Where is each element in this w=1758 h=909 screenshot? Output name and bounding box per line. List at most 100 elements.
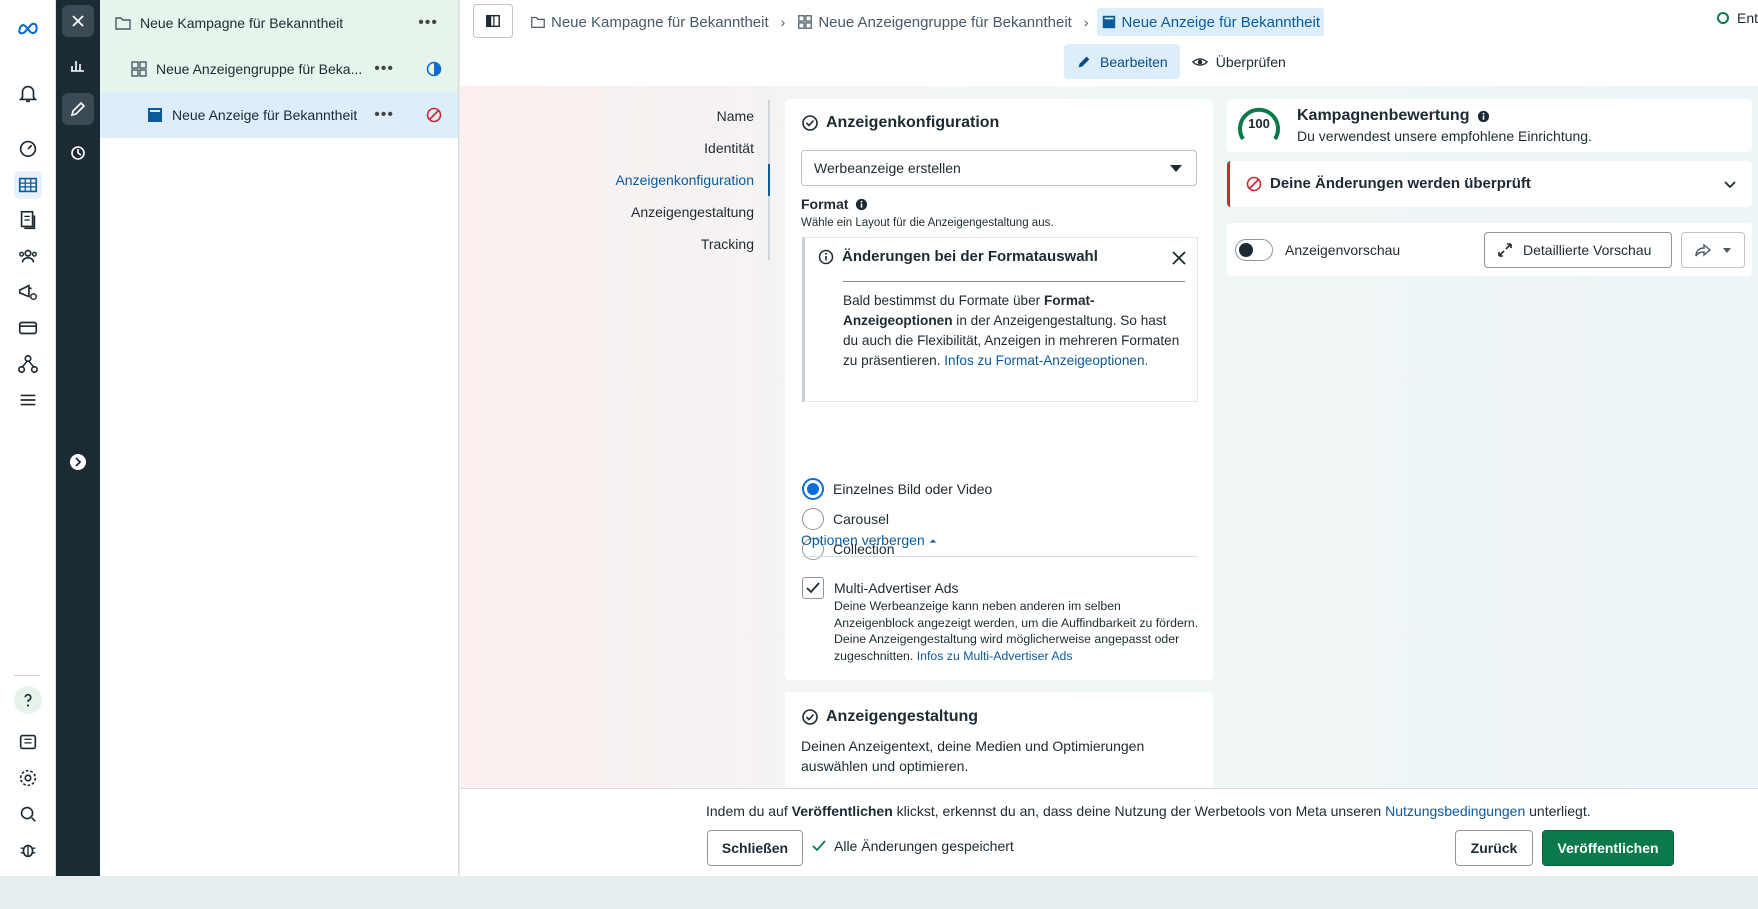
adset-grid-icon <box>131 61 147 77</box>
bug-report-icon[interactable] <box>14 836 42 864</box>
close-button[interactable]: Schließen <box>707 830 803 866</box>
detailed-preview-button[interactable]: Detaillierte Vorschau <box>1484 232 1672 268</box>
edit-pencil-icon <box>1078 56 1090 67</box>
editor-toolbar-strip <box>56 0 100 876</box>
ad-creation-select-value: Werbeanzeige erstellen <box>814 160 961 176</box>
score-title-text: Kampagnenbewertung <box>1297 107 1470 124</box>
checkmark-icon <box>806 582 820 594</box>
folder-icon <box>531 16 545 28</box>
terms-note: Indem du auf Veröffentlichen klickst, er… <box>706 803 1591 819</box>
publish-button[interactable]: Veröffentlichen <box>1542 830 1674 866</box>
events-manager-icon[interactable] <box>14 350 42 378</box>
all-tools-menu-icon[interactable] <box>14 386 42 414</box>
info-circle-icon <box>818 249 834 264</box>
history-clock-icon[interactable] <box>62 137 94 169</box>
close-editor-icon[interactable] <box>62 5 94 37</box>
ad-design-title: Anzeigengestaltung <box>801 708 978 726</box>
section-nav-tracking[interactable]: Tracking <box>580 228 770 260</box>
billing-card-icon[interactable] <box>14 314 42 342</box>
tree-item-ad[interactable]: Neue Anzeige für Bekanntheit ••• <box>100 92 458 138</box>
ads-manager-table-icon[interactable] <box>14 171 42 199</box>
campaign-score-card: 100 Kampagnenbewertung Du verwendest uns… <box>1227 99 1752 152</box>
preview-toggle-switch[interactable] <box>1235 239 1273 261</box>
rail-divider <box>14 675 40 676</box>
ad-config-title-text: Anzeigenkonfiguration <box>826 114 1000 131</box>
edit-pencil-icon[interactable] <box>62 93 94 125</box>
close-icon[interactable] <box>1171 250 1187 266</box>
ad-preview-card: Anzeigenvorschau Detaillierte Vorschau <box>1227 223 1752 276</box>
notice-divider <box>843 281 1185 282</box>
notice-title-text: Änderungen bei der Formatauswahl <box>842 248 1098 265</box>
info-icon[interactable] <box>1477 110 1490 123</box>
tree-item-campaign[interactable]: Neue Kampagne für Bekanntheit ••• <box>100 0 458 46</box>
adset-more-options-icon[interactable]: ••• <box>374 60 394 78</box>
dashboard-gauge-icon[interactable] <box>14 134 42 162</box>
format-options-info-link[interactable]: Infos zu Format-Anzeigeoptionen <box>944 353 1144 368</box>
radio-single-label: Einzelnes Bild oder Video <box>833 481 993 497</box>
ad-creation-select[interactable]: Werbeanzeige erstellen <box>801 150 1197 186</box>
expand-icon <box>1498 243 1512 257</box>
search-icon[interactable] <box>14 800 42 828</box>
section-nav-ad-design[interactable]: Anzeigengestaltung <box>580 196 770 228</box>
bottom-strip <box>0 876 1758 909</box>
chevron-right-icon: › <box>780 14 786 30</box>
radio-button[interactable] <box>802 508 824 530</box>
section-nav: Name Identität Anzeigenkonfiguration Anz… <box>580 100 770 260</box>
tree-adset-label: Neue Anzeigengruppe für Beka... <box>156 61 363 77</box>
meta-logo-icon[interactable] <box>14 14 42 42</box>
format-label-text: Format <box>801 196 849 212</box>
review-status-card[interactable]: Deine Änderungen werden überprüft <box>1227 161 1752 207</box>
pages-icon[interactable] <box>14 206 42 234</box>
multi-advertiser-checkbox[interactable] <box>802 577 824 599</box>
chart-view-icon[interactable] <box>62 49 94 81</box>
news-icon[interactable] <box>14 728 42 756</box>
saved-status: Alle Änderungen gespeichert <box>812 838 1014 854</box>
footer-bar: Indem du auf Veröffentlichen klickst, er… <box>460 788 1758 876</box>
campaign-settings-icon[interactable] <box>14 278 42 306</box>
radio-single-image-video[interactable]: Einzelnes Bild oder Video <box>802 477 992 501</box>
expand-chevron-icon[interactable] <box>62 446 94 478</box>
ad-design-title-text: Anzeigengestaltung <box>826 708 979 725</box>
notifications-bell-icon[interactable] <box>14 79 42 107</box>
help-icon[interactable] <box>14 686 42 714</box>
ad-icon <box>1102 15 1115 29</box>
breadcrumb-adset[interactable]: Neue Anzeigengruppe für Bekanntheit <box>793 8 1076 36</box>
breadcrumb-campaign[interactable]: Neue Kampagne für Bekanntheit <box>526 8 773 36</box>
multi-advertiser-info-link[interactable]: Infos zu Multi-Advertiser Ads <box>917 649 1073 663</box>
check-circle-icon <box>802 709 818 725</box>
campaign-tree-panel: Neue Kampagne für Bekanntheit ••• Neue A… <box>100 0 459 876</box>
section-nav-ad-config[interactable]: Anzeigenkonfiguration <box>580 164 770 196</box>
hide-options-link[interactable]: Optionen verbergen <box>801 532 937 548</box>
ad-error-status-icon <box>426 107 442 123</box>
campaign-more-options-icon[interactable]: ••• <box>418 14 438 32</box>
score-subtitle: Du verwendest unsere empfohlene Einricht… <box>1297 128 1592 144</box>
panel-layout-icon <box>486 14 500 28</box>
dropdown-caret-icon <box>1170 165 1182 172</box>
ad-more-options-icon[interactable]: ••• <box>374 106 394 124</box>
breadcrumb-ad[interactable]: Neue Anzeige für Bekanntheit <box>1096 8 1325 36</box>
share-button[interactable] <box>1681 232 1745 268</box>
tab-edit[interactable]: Bearbeiten <box>1064 44 1180 79</box>
back-button[interactable]: Zurück <box>1455 830 1533 866</box>
radio-carousel[interactable]: Carousel <box>802 507 889 531</box>
terms-link[interactable]: Nutzungsbedingungen <box>1385 803 1525 819</box>
chevron-down-icon[interactable] <box>1722 176 1738 192</box>
section-nav-name[interactable]: Name <box>580 100 770 132</box>
saved-status-text: Alle Änderungen gespeichert <box>834 838 1014 854</box>
caret-down-icon <box>1723 248 1731 253</box>
notice-body: Bald bestimmst du Formate über Format-An… <box>843 291 1185 371</box>
tree-item-adset[interactable]: Neue Anzeigengruppe für Beka... ••• <box>100 46 458 92</box>
audiences-icon[interactable] <box>14 242 42 270</box>
chevron-right-icon: › <box>1083 14 1089 30</box>
ad-config-card: Anzeigenkonfiguration Werbeanzeige erste… <box>785 99 1213 680</box>
radio-button-selected[interactable] <box>802 478 824 500</box>
status-dot-icon <box>1716 12 1729 24</box>
format-subtitle: Wähle ein Layout für die Anzeigengestalt… <box>801 217 1054 229</box>
tab-review[interactable]: Überprüfen <box>1180 44 1298 79</box>
toggle-panel-button[interactable] <box>473 4 513 38</box>
breadcrumb-ad-label: Neue Anzeige für Bekanntheit <box>1121 13 1321 31</box>
section-nav-identity[interactable]: Identität <box>580 132 770 164</box>
settings-gear-icon[interactable] <box>14 764 42 792</box>
folder-icon <box>115 17 131 30</box>
info-icon[interactable] <box>855 198 868 211</box>
